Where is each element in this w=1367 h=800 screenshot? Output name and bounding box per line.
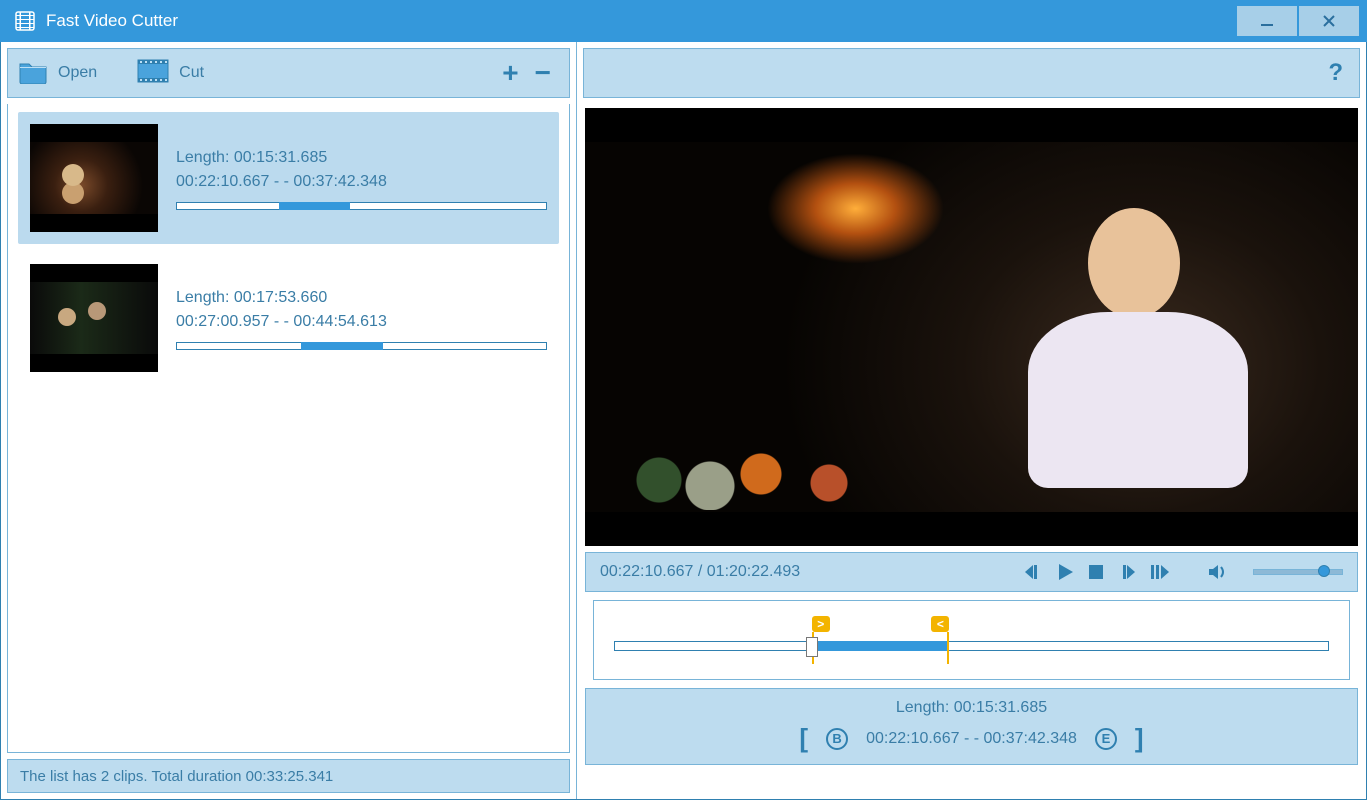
cut-button[interactable]: Cut <box>137 59 204 88</box>
selection-length: Length: 00:15:31.685 <box>600 699 1343 717</box>
clip-range: 00:22:10.667 - - 00:37:42.348 <box>176 173 547 191</box>
clip-item[interactable]: Length: 00:17:53.660 00:27:00.957 - - 00… <box>18 252 559 384</box>
volume-slider[interactable] <box>1253 569 1343 575</box>
clip-range-bar <box>176 342 547 350</box>
selection-start-marker[interactable]: > <box>812 616 830 638</box>
right-panel: ? 00:22:10.667 / 01:20:22.493 <box>577 42 1366 799</box>
stop-button[interactable] <box>1087 563 1105 581</box>
open-button[interactable]: Open <box>18 58 97 89</box>
clip-range: 00:27:00.957 - - 00:44:54.613 <box>176 313 547 331</box>
clip-range-bar <box>176 202 547 210</box>
cut-label: Cut <box>179 64 204 82</box>
selection-range: 00:22:10.667 - - 00:37:42.348 <box>866 730 1077 748</box>
player-controls: 00:22:10.667 / 01:20:22.493 <box>585 552 1358 592</box>
clip-list: Length: 00:15:31.685 00:22:10.667 - - 00… <box>7 104 570 753</box>
filmstrip-icon <box>137 59 169 88</box>
right-toolbar: ? <box>583 48 1360 98</box>
play-button[interactable] <box>1055 562 1075 582</box>
title-bar: Fast Video Cutter <box>0 0 1367 42</box>
clip-item[interactable]: Length: 00:15:31.685 00:22:10.667 - - 00… <box>18 112 559 244</box>
open-label: Open <box>58 64 97 82</box>
left-panel: Open Cut + − <box>1 42 577 799</box>
app-icon <box>14 10 36 32</box>
add-clip-button[interactable]: + <box>494 57 526 89</box>
mark-end-button[interactable]: E <box>1095 728 1117 750</box>
bracket-start-button[interactable]: [ <box>799 723 808 754</box>
help-button[interactable]: ? <box>1322 59 1349 87</box>
step-forward-button[interactable] <box>1117 563 1137 581</box>
clip-info: Length: 00:17:53.660 00:27:00.957 - - 00… <box>176 264 547 372</box>
playhead[interactable] <box>806 637 818 657</box>
selection-end-marker[interactable]: < <box>931 616 949 638</box>
status-bar: The list has 2 clips. Total duration 00:… <box>7 759 570 793</box>
close-button[interactable] <box>1299 6 1359 36</box>
left-toolbar: Open Cut + − <box>7 48 570 98</box>
clip-info: Length: 00:15:31.685 00:22:10.667 - - 00… <box>176 124 547 232</box>
timeline[interactable]: > < <box>614 641 1329 651</box>
volume-button[interactable] <box>1207 563 1227 581</box>
clip-thumbnail <box>30 124 158 232</box>
status-text: The list has 2 clips. Total duration 00:… <box>20 768 333 785</box>
step-back-button[interactable] <box>1023 563 1043 581</box>
app-title: Fast Video Cutter <box>46 11 1235 31</box>
timeline-panel: > < <box>593 600 1350 680</box>
minimize-button[interactable] <box>1237 6 1297 36</box>
bracket-end-button[interactable]: ] <box>1135 723 1144 754</box>
folder-icon <box>18 58 48 89</box>
remove-clip-button[interactable]: − <box>527 57 559 89</box>
clip-thumbnail <box>30 264 158 372</box>
mark-begin-button[interactable]: B <box>826 728 848 750</box>
next-frame-button[interactable] <box>1149 563 1171 581</box>
clip-length: Length: 00:17:53.660 <box>176 289 547 307</box>
video-preview[interactable] <box>585 108 1358 546</box>
selection-info: Length: 00:15:31.685 [ B 00:22:10.667 - … <box>585 688 1358 765</box>
clip-length: Length: 00:15:31.685 <box>176 149 547 167</box>
time-display: 00:22:10.667 / 01:20:22.493 <box>600 563 1017 581</box>
